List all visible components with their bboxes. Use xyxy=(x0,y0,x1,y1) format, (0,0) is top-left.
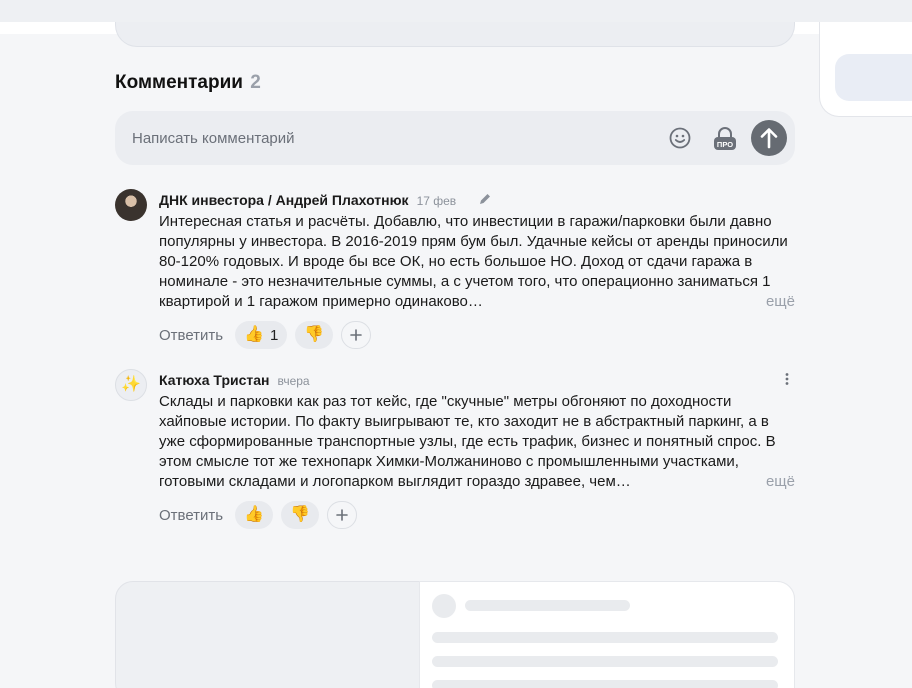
comment-author-line: Катюха Тристан вчера xyxy=(159,372,310,388)
top-bar xyxy=(0,0,912,22)
skeleton-line xyxy=(465,600,630,611)
comments-title-label: Комментарии xyxy=(115,72,243,93)
comment-more-link[interactable]: ещё xyxy=(753,472,795,492)
comment-author-line: ДНК инвестора / Андрей Плахотнюк 17 фев xyxy=(159,192,456,208)
reply-button[interactable]: Ответить xyxy=(159,507,223,524)
skeleton-avatar xyxy=(432,594,456,618)
thumbs-down-icon: 👎 xyxy=(304,326,325,343)
avatar[interactable]: ✨ xyxy=(115,369,147,401)
send-button[interactable] xyxy=(751,120,787,156)
plus-icon xyxy=(350,329,363,341)
comment-item: ДНК инвестора / Андрей Плахотнюк 17 фев И… xyxy=(115,189,795,349)
previous-card-edge xyxy=(115,22,795,47)
like-reaction[interactable]: 👍 xyxy=(235,501,274,529)
comment-text: Интересная статья и расчёты. Добавлю, чт… xyxy=(159,212,795,312)
smile-icon[interactable] xyxy=(668,126,692,150)
comments-title: Комментарии 2 xyxy=(115,72,261,94)
thumbs-up-icon: 👍 xyxy=(244,326,265,343)
like-reaction[interactable]: 👍 1 xyxy=(235,321,288,349)
comment-date: 17 фев xyxy=(416,194,457,208)
plus-icon xyxy=(336,509,348,521)
skeleton-line xyxy=(432,656,778,667)
comment-input-placeholder[interactable]: Написать комментарий xyxy=(132,130,295,147)
comment-ellipsis: … xyxy=(615,473,631,490)
comments-count: 2 xyxy=(250,72,261,93)
avatar[interactable] xyxy=(115,189,147,221)
kebab-icon[interactable] xyxy=(782,372,792,386)
comment-ellipsis: … xyxy=(467,293,483,310)
comment-actions: Ответить 👍 1 👎 xyxy=(159,321,372,349)
comment-date: вчера xyxy=(277,374,310,388)
skeleton-line xyxy=(432,632,778,643)
pro-lock-icon[interactable]: ПРО xyxy=(710,125,740,153)
add-reaction-button[interactable] xyxy=(341,321,372,349)
comment-input[interactable]: Написать комментарий ПРО xyxy=(115,111,795,165)
svg-text:ПРО: ПРО xyxy=(717,140,733,149)
comment-text-content: Склады и парковки как раз тот кейс, где … xyxy=(159,393,776,490)
side-widget-button[interactable] xyxy=(835,54,912,101)
comment-text: Склады и парковки как раз тот кейс, где … xyxy=(159,392,795,492)
comment-actions: Ответить 👍 👎 xyxy=(159,501,357,529)
comment-more-link[interactable]: ещё xyxy=(753,292,795,312)
dislike-reaction[interactable]: 👎 xyxy=(295,321,334,349)
pencil-icon[interactable] xyxy=(478,192,492,206)
comment-author[interactable]: Катюха Тристан xyxy=(159,372,270,388)
add-reaction-button[interactable] xyxy=(326,501,357,529)
thumbs-up-icon: 👍 xyxy=(244,506,265,523)
reply-button[interactable]: Ответить xyxy=(159,327,223,344)
thumbs-down-icon: 👎 xyxy=(290,506,310,523)
dislike-reaction[interactable]: 👎 xyxy=(281,501,319,529)
comment-author[interactable]: ДНК инвестора / Андрей Плахотнюк xyxy=(159,192,409,208)
skeleton-line xyxy=(432,680,778,688)
arrow-up-icon xyxy=(760,128,778,149)
comment-item: ✨ Катюха Тристан вчера Склады и парковки … xyxy=(115,369,795,529)
like-count: 1 xyxy=(270,326,279,344)
